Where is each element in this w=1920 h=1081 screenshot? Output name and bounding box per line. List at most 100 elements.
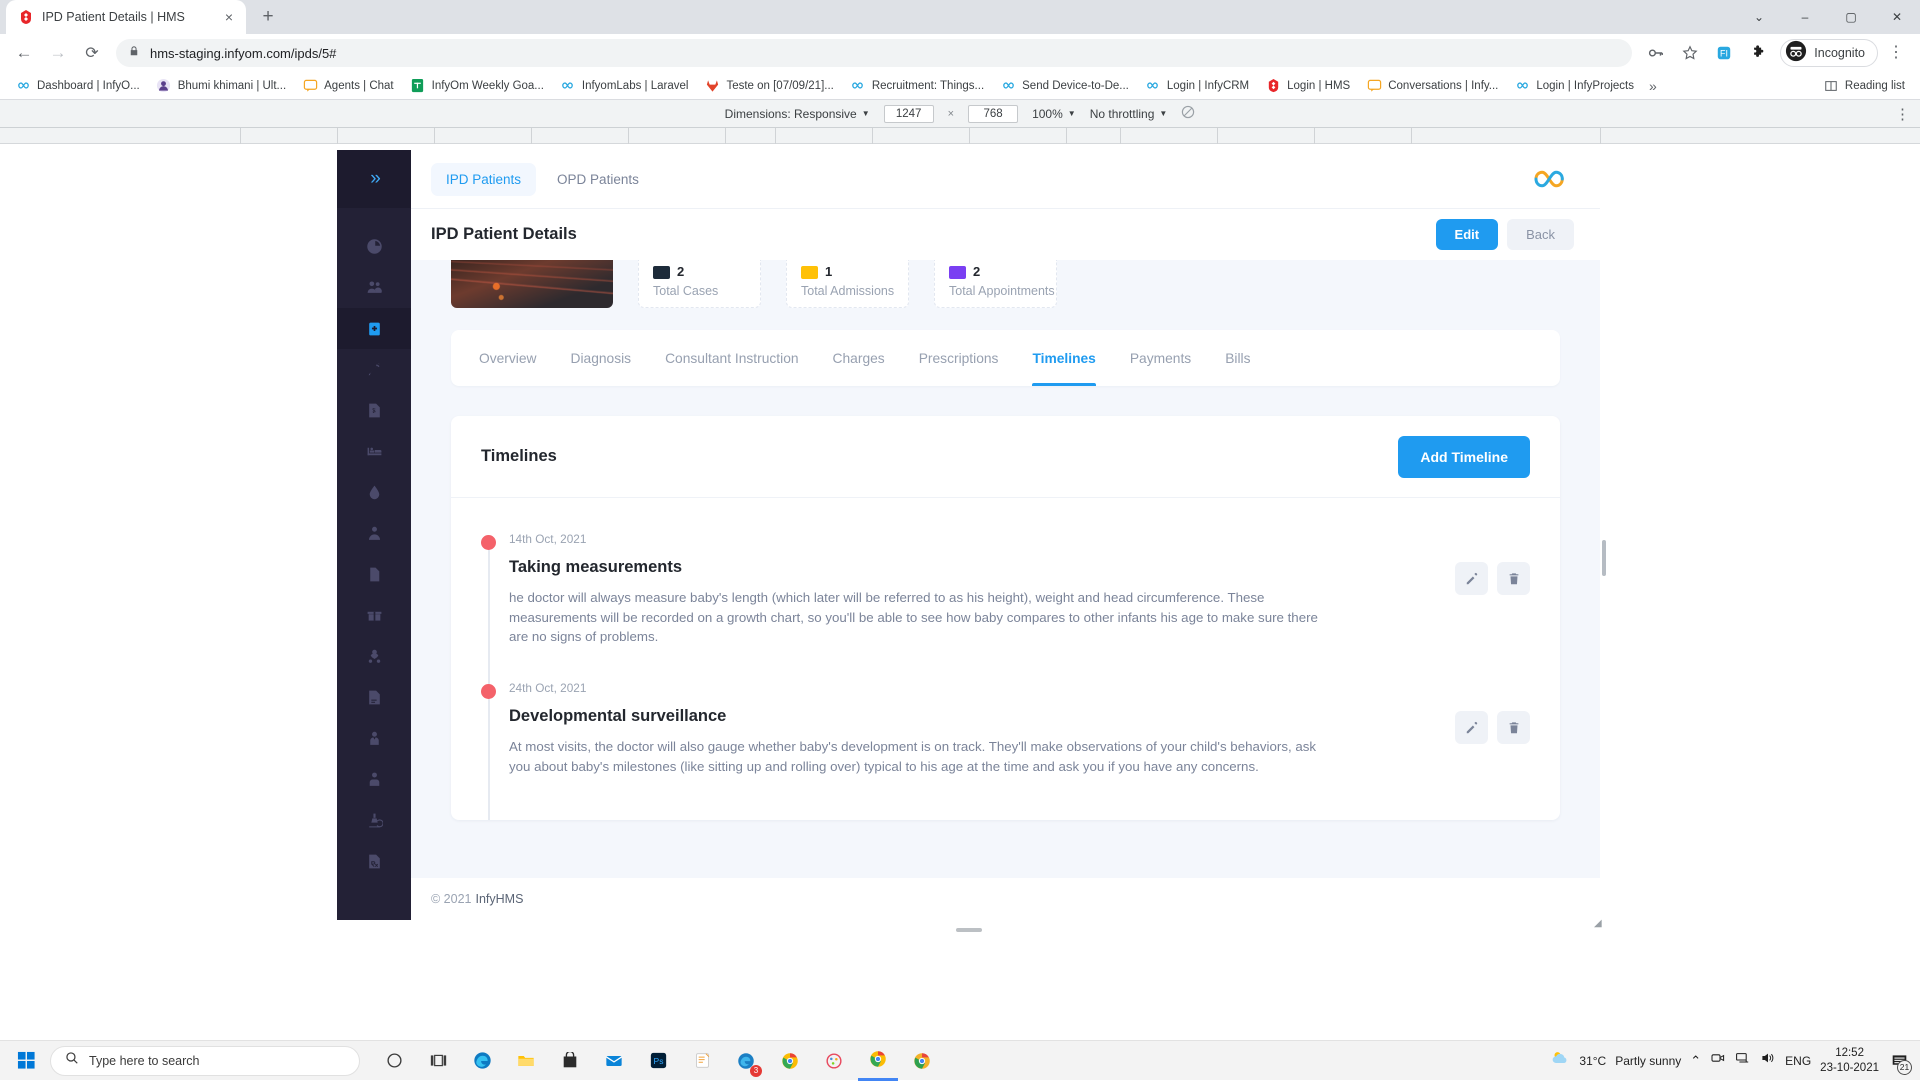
- add-timeline-button[interactable]: Add Timeline: [1398, 436, 1530, 478]
- bookmark-item[interactable]: Recruitment: Things...: [843, 75, 991, 97]
- viewport-height-input[interactable]: 768: [968, 105, 1018, 123]
- tab-consultant-instruction[interactable]: Consultant Instruction: [665, 330, 798, 386]
- store-icon[interactable]: [550, 1041, 590, 1081]
- viewport-resize-corner[interactable]: ◢: [1594, 918, 1604, 928]
- close-icon[interactable]: ×: [220, 8, 238, 26]
- scroll-area[interactable]: 2 Total Cases 1 Total Admission: [411, 260, 1600, 878]
- sidebar-item-accountants[interactable]: [337, 759, 411, 800]
- edit-button[interactable]: Edit: [1436, 219, 1499, 250]
- tab-payments[interactable]: Payments: [1130, 330, 1191, 386]
- back-icon[interactable]: ←: [8, 37, 40, 69]
- chrome-active-icon[interactable]: [858, 1041, 898, 1081]
- chevron-down-icon[interactable]: ⌄: [1736, 0, 1782, 34]
- puzzle-piece-icon[interactable]: [1742, 37, 1774, 69]
- timelines-card-header: Timelines Add Timeline: [451, 416, 1560, 498]
- star-icon[interactable]: [1674, 37, 1706, 69]
- delete-timeline-button[interactable]: [1497, 711, 1530, 744]
- volume-icon[interactable]: [1760, 1050, 1776, 1071]
- bookmark-item[interactable]: Teste on [07/09/21]...: [697, 75, 840, 97]
- sidebar-item-doctors[interactable]: [337, 636, 411, 677]
- sidebar-item-nurses[interactable]: [337, 513, 411, 554]
- notepad-icon[interactable]: [682, 1041, 722, 1081]
- bookmark-item[interactable]: Agents | Chat: [295, 75, 400, 97]
- sidebar-collapse-button[interactable]: »: [337, 150, 411, 208]
- bookmark-item[interactable]: Login | InfyProjects: [1507, 75, 1641, 97]
- sidebar-item-reports[interactable]: [337, 677, 411, 718]
- notification-icon[interactable]: 21: [1888, 1050, 1910, 1072]
- page-scrollbar[interactable]: [1602, 540, 1606, 576]
- sidebar-item-dashboard[interactable]: [337, 226, 411, 267]
- sidebar-item-beds[interactable]: [337, 431, 411, 472]
- viewport-resize-handle[interactable]: [956, 928, 982, 932]
- vertical-dots-icon[interactable]: ⋮: [1895, 105, 1910, 123]
- tab-charges[interactable]: Charges: [833, 330, 885, 386]
- sidebar-item-users[interactable]: [337, 267, 411, 308]
- tab-overview[interactable]: Overview: [479, 330, 537, 386]
- edit-timeline-button[interactable]: [1455, 562, 1488, 595]
- sidebar-item-staff[interactable]: [337, 718, 411, 759]
- tab-ipd-patients[interactable]: IPD Patients: [431, 163, 536, 196]
- language-indicator[interactable]: ENG: [1785, 1054, 1811, 1068]
- photoshop-icon[interactable]: Ps: [638, 1041, 678, 1081]
- sidebar-item-patients[interactable]: [337, 308, 411, 349]
- bookmark-item[interactable]: Send Device-to-De...: [993, 75, 1136, 97]
- chrome-beta-icon[interactable]: [902, 1041, 942, 1081]
- taskbar-search[interactable]: Type here to search: [50, 1046, 360, 1076]
- chrome-icon[interactable]: [770, 1041, 810, 1081]
- partly-sunny-icon[interactable]: [1550, 1048, 1570, 1073]
- sidebar-item-prescriptions[interactable]: [337, 841, 411, 882]
- zoom-dropdown[interactable]: 100% ▼: [1032, 107, 1076, 121]
- delete-timeline-button[interactable]: [1497, 562, 1530, 595]
- fi-extension-icon[interactable]: FI: [1708, 37, 1740, 69]
- tab-timelines[interactable]: Timelines: [1032, 330, 1095, 386]
- paint-icon[interactable]: [814, 1041, 854, 1081]
- bookmark-item[interactable]: InfyOm Weekly Goa...: [403, 75, 551, 97]
- reload-icon[interactable]: ⟳: [76, 37, 108, 69]
- back-button[interactable]: Back: [1507, 219, 1574, 250]
- edge-dev-icon[interactable]: 3: [726, 1041, 766, 1081]
- minimize-button[interactable]: –: [1782, 0, 1828, 34]
- viewport-width-input[interactable]: 1247: [884, 105, 934, 123]
- bookmarks-overflow-button[interactable]: »: [1643, 78, 1663, 94]
- windows-start-icon[interactable]: [4, 1041, 48, 1081]
- dimensions-dropdown[interactable]: Dimensions: Responsive ▼: [725, 107, 870, 121]
- mail-icon[interactable]: [594, 1041, 634, 1081]
- forward-icon[interactable]: →: [42, 37, 74, 69]
- clock[interactable]: 12:52 23-10-2021: [1820, 1046, 1879, 1075]
- edit-timeline-button[interactable]: [1455, 711, 1488, 744]
- sidebar-item-invoices[interactable]: [337, 390, 411, 431]
- bookmark-item[interactable]: Dashboard | InfyO...: [8, 75, 147, 97]
- file-explorer-icon[interactable]: [506, 1041, 546, 1081]
- bookmark-item[interactable]: InfyomLabs | Laravel: [553, 75, 696, 97]
- bookmark-item[interactable]: Conversations | Infy...: [1359, 75, 1505, 97]
- address-bar[interactable]: hms-staging.infyom.com/ipds/5#: [116, 39, 1632, 67]
- maximize-button[interactable]: ▢: [1828, 0, 1874, 34]
- cortana-icon[interactable]: [374, 1041, 414, 1081]
- new-tab-button[interactable]: +: [254, 3, 282, 31]
- task-view-icon[interactable]: [418, 1041, 458, 1081]
- camera-icon[interactable]: [1710, 1050, 1726, 1071]
- bookmark-item[interactable]: Login | HMS: [1258, 75, 1357, 97]
- three-dot-menu-icon[interactable]: ⋮: [1880, 37, 1912, 69]
- key-icon[interactable]: [1640, 37, 1672, 69]
- window-close-button[interactable]: ✕: [1874, 0, 1920, 34]
- sidebar-item-blood-bank[interactable]: [337, 472, 411, 513]
- tab-bills[interactable]: Bills: [1225, 330, 1250, 386]
- tab-prescriptions[interactable]: Prescriptions: [919, 330, 999, 386]
- bookmark-item[interactable]: Login | InfyCRM: [1138, 75, 1256, 97]
- edge-icon[interactable]: [462, 1041, 502, 1081]
- tab-opd-patients[interactable]: OPD Patients: [542, 163, 654, 196]
- sidebar-item-inventory[interactable]: [337, 595, 411, 636]
- browser-tab[interactable]: IPD Patient Details | HMS ×: [6, 0, 246, 34]
- tab-diagnosis[interactable]: Diagnosis: [571, 330, 632, 386]
- sidebar-item-documents[interactable]: [337, 554, 411, 595]
- chevron-up-icon[interactable]: ⌃: [1690, 1053, 1701, 1069]
- bookmark-item[interactable]: Bhumi khimani | Ult...: [149, 75, 293, 97]
- sidebar-item-pathology[interactable]: [337, 800, 411, 841]
- profile-incognito-button[interactable]: Incognito: [1780, 39, 1878, 67]
- throttling-dropdown[interactable]: No throttling ▼: [1090, 107, 1168, 121]
- sidebar-item-vaccinations[interactable]: [337, 349, 411, 390]
- rotate-disabled-icon[interactable]: [1181, 105, 1195, 122]
- reading-list-button[interactable]: Reading list: [1816, 75, 1912, 97]
- network-icon[interactable]: [1735, 1050, 1751, 1071]
